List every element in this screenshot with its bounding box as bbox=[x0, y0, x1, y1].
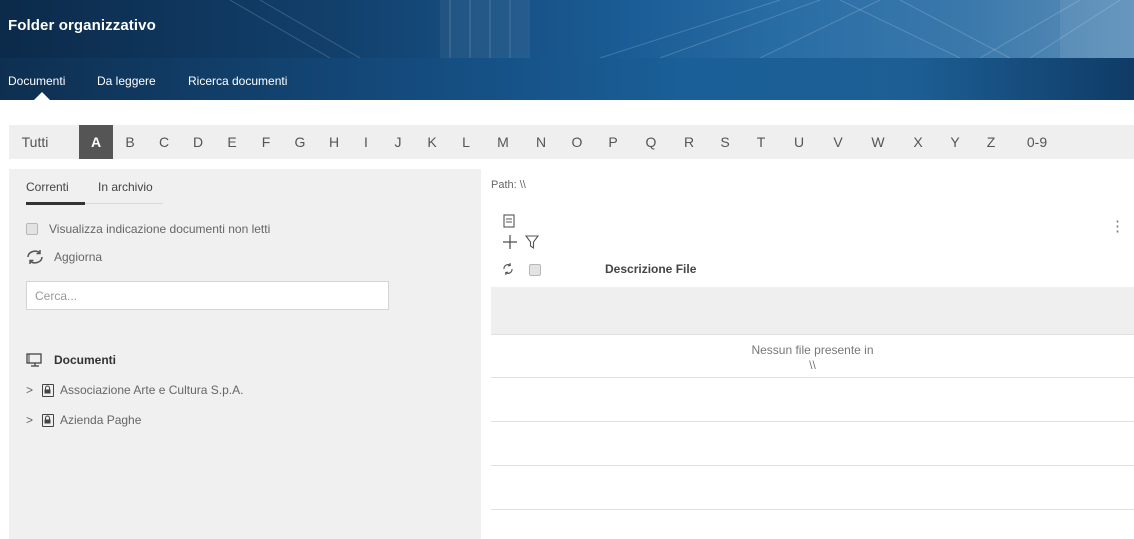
alpha-filter-z[interactable]: Z bbox=[973, 125, 1009, 159]
alpha-filter-v[interactable]: V bbox=[819, 125, 857, 159]
alpha-filter-m[interactable]: M bbox=[483, 125, 523, 159]
alpha-filter-t[interactable]: T bbox=[743, 125, 779, 159]
app-header: Folder organizzativo bbox=[0, 0, 1134, 58]
tree-root-label: Documenti bbox=[54, 353, 117, 367]
alpha-filter-x[interactable]: X bbox=[899, 125, 937, 159]
locked-folder-icon bbox=[42, 413, 54, 427]
refresh-label: Aggiorna bbox=[54, 250, 103, 264]
current-path: Path: \\ bbox=[491, 179, 526, 191]
alpha-filter-g[interactable]: G bbox=[283, 125, 317, 159]
tab-divider bbox=[85, 203, 163, 204]
computer-icon bbox=[26, 353, 42, 367]
active-tab-underline bbox=[26, 202, 85, 205]
tree-item-label: Associazione Arte e Cultura S.p.A. bbox=[60, 383, 244, 397]
alpha-filter-q[interactable]: Q bbox=[631, 125, 671, 159]
tree-root-documenti[interactable]: Documenti bbox=[26, 353, 116, 367]
tab-in-archivio[interactable]: In archivio bbox=[98, 180, 153, 194]
nav-tab-ricerca-documenti[interactable]: Ricerca documenti bbox=[188, 74, 287, 88]
row-divider bbox=[491, 465, 1134, 466]
alpha-filter-c[interactable]: C bbox=[147, 125, 181, 159]
alpha-filter-e[interactable]: E bbox=[215, 125, 249, 159]
active-tab-indicator bbox=[34, 92, 50, 100]
alpha-filter-0-9[interactable]: 0-9 bbox=[1009, 125, 1065, 159]
show-unread-option: Visualizza indicazione documenti non let… bbox=[26, 222, 270, 236]
tree-item-azienda-paghe[interactable]: > Azienda Paghe bbox=[26, 413, 141, 427]
alpha-filter-k[interactable]: K bbox=[415, 125, 449, 159]
refresh-icon bbox=[27, 250, 43, 264]
alpha-filter-i[interactable]: I bbox=[351, 125, 381, 159]
row-divider bbox=[491, 421, 1134, 422]
alpha-filter-tutti[interactable]: Tutti bbox=[9, 125, 61, 159]
alphabet-filter-bar: Tutti A B C D E F G H I J K L M N O P Q … bbox=[9, 125, 1134, 159]
nav-tab-documenti[interactable]: Documenti bbox=[8, 74, 65, 88]
empty-state-line-2: \\ bbox=[809, 358, 816, 372]
alpha-filter-h[interactable]: H bbox=[317, 125, 351, 159]
alpha-filter-p[interactable]: P bbox=[595, 125, 631, 159]
tab-correnti[interactable]: Correnti bbox=[26, 180, 69, 194]
show-unread-checkbox[interactable] bbox=[26, 223, 38, 235]
nav-tab-da-leggere[interactable]: Da leggere bbox=[97, 74, 156, 88]
alpha-filter-n[interactable]: N bbox=[523, 125, 559, 159]
search-input[interactable] bbox=[26, 281, 389, 310]
alpha-filter-a[interactable]: A bbox=[79, 125, 113, 159]
refresh-button[interactable]: Aggiorna bbox=[26, 249, 102, 265]
add-icon[interactable] bbox=[502, 234, 518, 250]
alpha-filter-d[interactable]: D bbox=[181, 125, 215, 159]
row-divider bbox=[491, 377, 1134, 378]
alpha-filter-w[interactable]: W bbox=[857, 125, 899, 159]
alpha-filter-l[interactable]: L bbox=[449, 125, 483, 159]
header-background-art bbox=[229, 0, 1134, 58]
details-icon[interactable] bbox=[503, 214, 515, 228]
chevron-right-icon[interactable]: > bbox=[26, 383, 40, 397]
page-title: Folder organizzativo bbox=[8, 17, 156, 34]
empty-state-message: Nessun file presente in \\ bbox=[491, 343, 1134, 373]
alpha-filter-r[interactable]: R bbox=[671, 125, 707, 159]
top-nav: Documenti Da leggere Ricerca documenti bbox=[0, 58, 1134, 100]
tree-item-associazione[interactable]: > Associazione Arte e Cultura S.p.A. bbox=[26, 383, 243, 397]
empty-state-line-1: Nessun file presente in bbox=[751, 343, 874, 357]
alpha-filter-f[interactable]: F bbox=[249, 125, 283, 159]
alpha-filter-s[interactable]: S bbox=[707, 125, 743, 159]
file-grid-header-band bbox=[491, 287, 1134, 334]
select-all-checkbox[interactable] bbox=[529, 264, 541, 276]
alpha-filter-u[interactable]: U bbox=[779, 125, 819, 159]
tree-item-label: Azienda Paghe bbox=[60, 413, 142, 427]
alpha-filter-o[interactable]: O bbox=[559, 125, 595, 159]
show-unread-label: Visualizza indicazione documenti non let… bbox=[49, 222, 271, 236]
chevron-right-icon[interactable]: > bbox=[26, 413, 40, 427]
sync-icon[interactable] bbox=[502, 262, 514, 276]
row-divider bbox=[491, 509, 1134, 510]
locked-folder-icon bbox=[42, 383, 54, 397]
row-divider bbox=[491, 334, 1134, 335]
folder-tree-panel: Correnti In archivio Visualizza indicazi… bbox=[9, 169, 481, 539]
more-options-icon[interactable]: ⋮ bbox=[1110, 219, 1125, 234]
alpha-filter-b[interactable]: B bbox=[113, 125, 147, 159]
alpha-filter-j[interactable]: J bbox=[381, 125, 415, 159]
filter-icon[interactable] bbox=[524, 234, 540, 250]
alpha-filter-y[interactable]: Y bbox=[937, 125, 973, 159]
column-header-descrizione-file[interactable]: Descrizione File bbox=[605, 262, 696, 276]
